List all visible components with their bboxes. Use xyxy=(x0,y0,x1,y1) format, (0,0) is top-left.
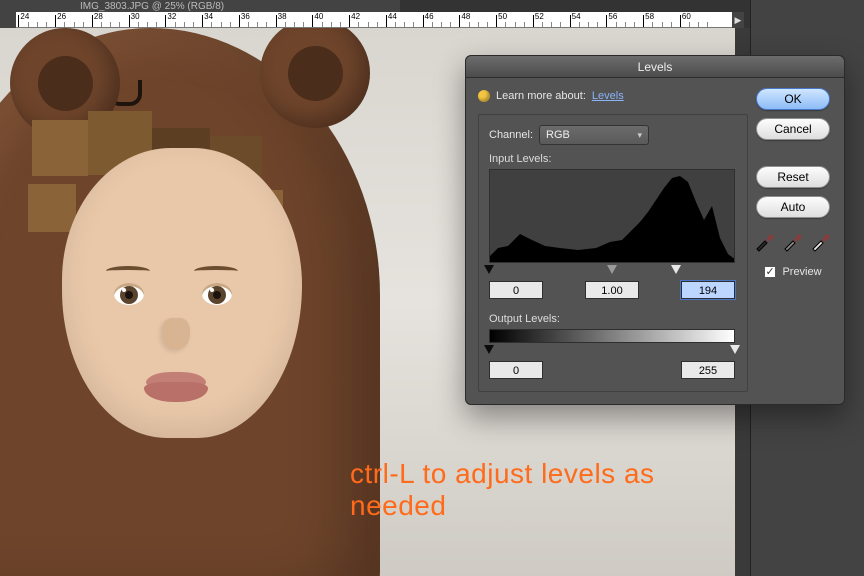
input-black-slider[interactable] xyxy=(484,265,494,274)
output-white-slider[interactable] xyxy=(730,345,740,354)
dialog-titlebar[interactable]: Levels xyxy=(466,56,844,78)
bear-ear-right xyxy=(260,28,370,128)
input-levels-label: Input Levels: xyxy=(489,153,737,165)
input-gamma-slider[interactable] xyxy=(607,265,617,274)
output-slider-track[interactable] xyxy=(489,345,735,357)
gray-point-eyedropper-icon[interactable] xyxy=(782,232,804,252)
cancel-button[interactable]: Cancel xyxy=(756,118,830,140)
black-point-eyedropper-icon[interactable] xyxy=(754,232,776,252)
input-white-slider[interactable] xyxy=(671,265,681,274)
child-face xyxy=(62,148,302,438)
input-slider-track[interactable] xyxy=(489,265,735,277)
output-gradient[interactable] xyxy=(489,329,735,343)
levels-group: Channel: RGB ▾ Input Levels: xyxy=(478,114,748,392)
white-point-eyedropper-icon[interactable] xyxy=(810,232,832,252)
instruction-annotation: ctrl-L to adjust levels as needed xyxy=(350,458,735,522)
output-levels-label: Output Levels: xyxy=(489,313,737,325)
learn-more-link[interactable]: Levels xyxy=(592,90,624,102)
eyedropper-row xyxy=(754,232,832,252)
ok-button[interactable]: OK xyxy=(756,88,830,110)
document-tab-bar: IMG_3803.JPG @ 25% (RGB/8) xyxy=(0,0,400,12)
channel-label: Channel: xyxy=(489,129,533,141)
ruler-origin-box[interactable] xyxy=(0,10,16,28)
output-black-field[interactable]: 0 xyxy=(489,361,543,379)
channel-select[interactable]: RGB ▾ xyxy=(539,125,649,145)
preview-row: Preview xyxy=(764,266,821,278)
bear-ear-left xyxy=(10,28,120,138)
horizontal-ruler: 24262830323436384042444648505254565860 xyxy=(0,12,735,28)
histogram-shape xyxy=(490,176,735,262)
output-white-field[interactable]: 255 xyxy=(681,361,735,379)
preview-checkbox[interactable] xyxy=(764,266,776,278)
reset-button[interactable]: Reset xyxy=(756,166,830,188)
auto-button[interactable]: Auto xyxy=(756,196,830,218)
chevron-down-icon: ▾ xyxy=(638,130,643,141)
channel-value: RGB xyxy=(546,129,570,141)
levels-dialog: Levels Learn more about: Levels Channel:… xyxy=(465,55,845,405)
histogram[interactable] xyxy=(489,169,735,263)
input-white-field[interactable]: 194 xyxy=(681,281,735,299)
lightbulb-icon xyxy=(478,90,490,102)
input-black-field[interactable]: 0 xyxy=(489,281,543,299)
ruler-overflow-arrow[interactable]: ▶ xyxy=(732,12,744,28)
learn-more-prefix: Learn more about: xyxy=(496,90,586,102)
learn-more-row: Learn more about: Levels xyxy=(478,90,748,102)
preview-label: Preview xyxy=(782,266,821,278)
document-tab-label[interactable]: IMG_3803.JPG @ 25% (RGB/8) xyxy=(80,1,224,12)
input-gamma-field[interactable]: 1.00 xyxy=(585,281,639,299)
output-black-slider[interactable] xyxy=(484,345,494,354)
